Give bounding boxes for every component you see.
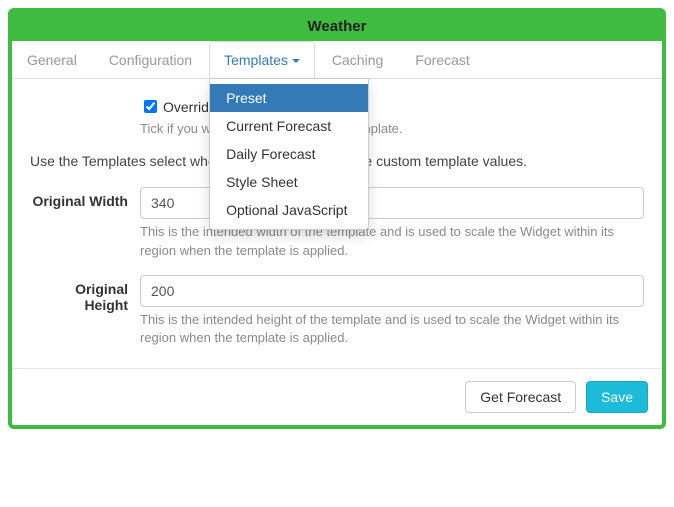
dropdown-item-label: Preset: [226, 90, 266, 106]
tab-label: Configuration: [109, 52, 192, 68]
dropdown-item-label: Daily Forecast: [226, 146, 315, 162]
dropdown-item-label: Style Sheet: [226, 174, 298, 190]
override-checkbox[interactable]: [144, 100, 157, 113]
tab-general[interactable]: General: [12, 41, 92, 78]
dropdown-item-current-forecast[interactable]: Current Forecast: [210, 112, 368, 140]
tab-configuration[interactable]: Configuration: [94, 41, 207, 78]
chevron-down-icon: [292, 59, 300, 63]
save-button[interactable]: Save: [586, 381, 648, 413]
tab-label: Forecast: [415, 52, 469, 68]
dropdown-item-optional-javascript[interactable]: Optional JavaScript: [210, 196, 368, 224]
height-row: Original Height This is the intended hei…: [30, 275, 644, 349]
height-help: This is the intended height of the templ…: [140, 311, 644, 349]
dropdown-item-daily-forecast[interactable]: Daily Forecast: [210, 140, 368, 168]
tab-templates[interactable]: Templates Preset Current Forecast Daily …: [209, 41, 315, 78]
height-label: Original Height: [30, 275, 140, 349]
tab-label: Caching: [332, 52, 383, 68]
dropdown-item-style-sheet[interactable]: Style Sheet: [210, 168, 368, 196]
weather-panel: Weather General Configuration Templates …: [8, 8, 666, 429]
tab-caching[interactable]: Caching: [317, 41, 398, 78]
dropdown-item-label: Optional JavaScript: [226, 202, 347, 218]
tab-label: Templates: [224, 52, 288, 68]
panel-footer: Get Forecast Save: [12, 368, 662, 425]
templates-dropdown: Preset Current Forecast Daily Forecast S…: [209, 78, 369, 230]
width-label: Original Width: [30, 187, 140, 261]
tab-bar: General Configuration Templates Preset C…: [12, 41, 662, 79]
dropdown-item-preset[interactable]: Preset: [210, 84, 368, 112]
original-height-input[interactable]: [140, 275, 644, 307]
tab-forecast[interactable]: Forecast: [400, 41, 484, 78]
empty-label: [30, 93, 140, 139]
panel-title: Weather: [12, 12, 662, 41]
tab-label: General: [27, 52, 77, 68]
get-forecast-button[interactable]: Get Forecast: [465, 381, 576, 413]
dropdown-item-label: Current Forecast: [226, 118, 331, 134]
